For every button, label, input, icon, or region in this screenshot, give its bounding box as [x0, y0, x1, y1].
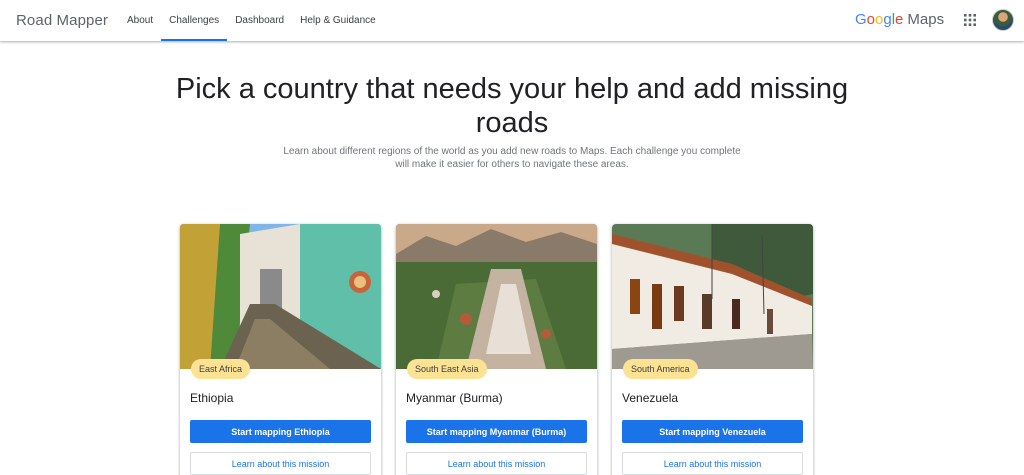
- challenge-card-myanmar: South East Asia Myanmar (Burma) Start ma…: [396, 224, 597, 475]
- apps-grid-icon[interactable]: [964, 14, 976, 26]
- top-app-bar: Road Mapper About Challenges Dashboard H…: [0, 0, 1024, 41]
- app-title[interactable]: Road Mapper: [16, 12, 108, 29]
- region-badge: South East Asia: [407, 359, 487, 379]
- region-badge: South America: [623, 359, 698, 379]
- country-name: Ethiopia: [190, 391, 234, 405]
- google-maps-logo: Google Maps: [855, 11, 945, 28]
- logo-maps-text: Maps: [907, 11, 945, 28]
- myanmar-aerial-image: [396, 224, 597, 369]
- venezuela-street-image: [612, 224, 813, 369]
- learn-mission-button[interactable]: Learn about this mission: [406, 452, 587, 475]
- country-name: Venezuela: [622, 391, 679, 405]
- country-name: Myanmar (Burma): [406, 391, 503, 405]
- challenge-card-venezuela: South America Venezuela Start mapping Ve…: [612, 224, 813, 475]
- learn-mission-button[interactable]: Learn about this mission: [622, 452, 803, 475]
- nav-dashboard[interactable]: Dashboard: [227, 0, 292, 41]
- challenge-card-ethiopia: East Africa Ethiopia Start mapping Ethio…: [180, 224, 381, 475]
- main-nav: About Challenges Dashboard Help & Guidan…: [119, 0, 384, 41]
- page-title-line1: Pick a country that needs your help and …: [175, 73, 849, 105]
- ethiopia-street-image: [180, 224, 381, 369]
- region-badge: East Africa: [191, 359, 251, 379]
- start-mapping-button[interactable]: Start mapping Venezuela: [622, 420, 803, 443]
- nav-about[interactable]: About: [119, 0, 161, 41]
- page-subtitle: Learn about different regions of the wor…: [283, 146, 741, 170]
- page-title: Pick a country that needs your help and …: [0, 72, 1024, 140]
- learn-mission-button[interactable]: Learn about this mission: [190, 452, 371, 475]
- page-title-line2: roads: [475, 107, 549, 139]
- user-avatar[interactable]: [992, 9, 1014, 31]
- start-mapping-button[interactable]: Start mapping Ethiopia: [190, 420, 371, 443]
- nav-help-guidance[interactable]: Help & Guidance: [292, 0, 384, 41]
- start-mapping-button[interactable]: Start mapping Myanmar (Burma): [406, 420, 587, 443]
- nav-challenges[interactable]: Challenges: [161, 0, 228, 41]
